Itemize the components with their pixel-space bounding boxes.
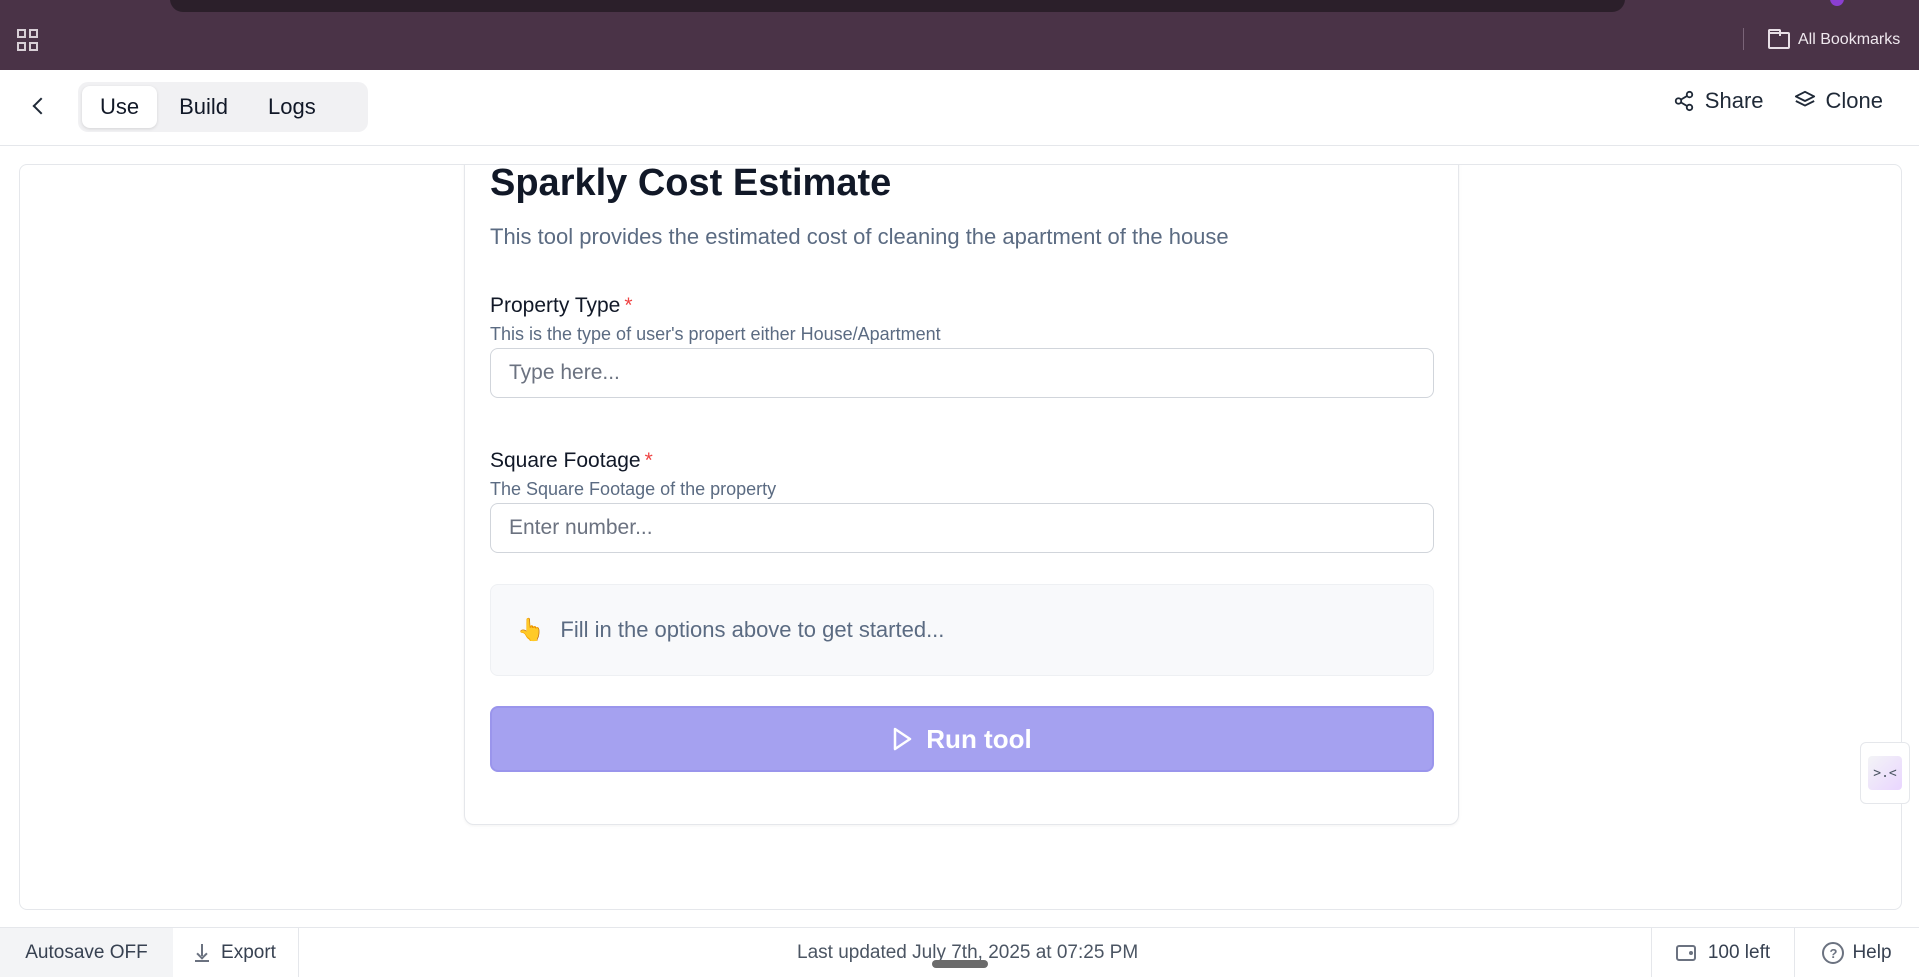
profile-avatar[interactable]: [1830, 0, 1844, 6]
help-button[interactable]: ? Help: [1795, 928, 1919, 977]
export-label: Export: [221, 942, 276, 963]
header-actions: Share Clone: [1673, 88, 1883, 114]
back-button[interactable]: [24, 92, 52, 120]
clone-button[interactable]: Clone: [1794, 88, 1883, 114]
square-footage-help: The Square Footage of the property: [490, 479, 777, 499]
status-footer: Autosave OFF Export Last updated July 7t…: [0, 927, 1919, 977]
wallet-icon: [1675, 945, 1696, 961]
apps-grid-icon[interactable]: [17, 29, 39, 51]
square-footage-input[interactable]: [490, 503, 1434, 553]
address-bar[interactable]: [170, 0, 1625, 12]
share-button[interactable]: Share: [1673, 88, 1764, 114]
assistant-face-icon: >.<: [1868, 756, 1902, 790]
square-footage-label-text: Square Footage: [490, 449, 641, 472]
property-type-label-text: Property Type: [490, 294, 621, 317]
scroll-handle[interactable]: [932, 960, 988, 968]
empty-state-hint: 👆 Fill in the options above to get start…: [490, 584, 1434, 676]
tab-use[interactable]: Use: [82, 86, 158, 128]
run-tool-button[interactable]: Run tool: [490, 706, 1434, 772]
pointing-up-icon: 👆: [517, 617, 545, 642]
tool-card: Sparkly Cost Estimate This tool provides…: [464, 164, 1459, 825]
share-icon: [1674, 90, 1693, 112]
tool-description: This tool provides the estimated cost of…: [490, 224, 1229, 249]
property-type-input[interactable]: [490, 348, 1434, 398]
tool-title: Sparkly Cost Estimate: [490, 164, 892, 204]
tab-logs[interactable]: Logs: [250, 86, 334, 128]
property-type-label: Property Type *: [490, 294, 633, 318]
mode-tabs: Use Build Logs: [78, 82, 368, 132]
all-bookmarks-button[interactable]: All Bookmarks: [1768, 28, 1900, 52]
clone-label: Clone: [1825, 88, 1883, 113]
help-label: Help: [1852, 942, 1892, 963]
required-marker: *: [624, 294, 633, 317]
credits-remaining: 100 left: [1651, 928, 1795, 977]
hint-text: Fill in the options above to get started…: [560, 617, 945, 642]
tab-build[interactable]: Build: [161, 86, 246, 128]
layers-icon: [1794, 90, 1815, 107]
browser-toolbar: All Bookmarks: [0, 0, 1919, 70]
autosave-toggle[interactable]: Autosave OFF: [0, 928, 173, 977]
all-bookmarks-label: All Bookmarks: [1798, 31, 1901, 48]
square-footage-label: Square Footage *: [490, 449, 653, 473]
app-header: Use Build Logs Share Clone: [0, 70, 1919, 146]
play-icon: [894, 727, 912, 751]
property-type-help: This is the type of user's propert eithe…: [490, 324, 941, 344]
export-button[interactable]: Export: [173, 928, 299, 977]
required-marker: *: [644, 449, 653, 472]
assistant-widget-button[interactable]: >.<: [1860, 742, 1910, 804]
help-circle-icon: ?: [1822, 942, 1845, 964]
chevron-left-icon: [32, 97, 49, 115]
tool-canvas: Sparkly Cost Estimate This tool provides…: [19, 164, 1902, 910]
last-updated-text: Last updated July 7th, 2025 at 07:25 PM: [797, 942, 1139, 963]
toolbar-divider: [1743, 28, 1744, 50]
share-label: Share: [1704, 88, 1764, 113]
credits-label: 100 left: [1707, 942, 1771, 963]
run-tool-label: Run tool: [926, 723, 1032, 754]
folder-icon: [1768, 28, 1790, 49]
download-icon: [195, 944, 210, 962]
